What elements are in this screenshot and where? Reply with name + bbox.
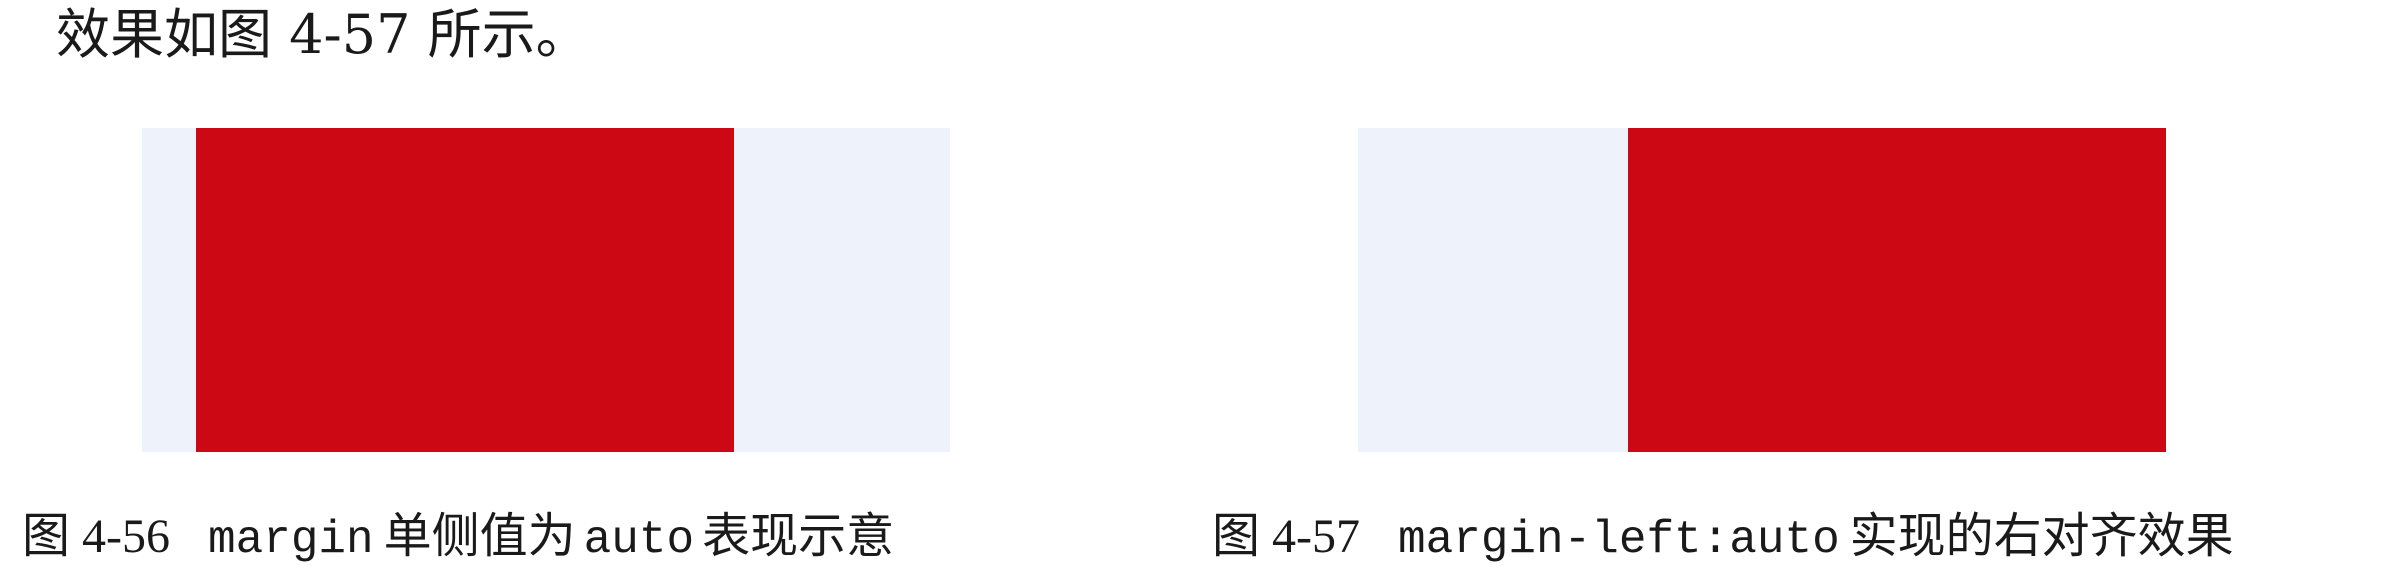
figure-4-56-box: [196, 128, 734, 452]
figure-4-57-caption: 图 4-57 margin-left:auto 实现的右对齐效果: [1212, 496, 2234, 576]
figure-4-56-code-margin: margin: [208, 514, 374, 566]
figure-4-57-code: margin-left:auto: [1398, 514, 1840, 566]
figure-4-56-text-after: 表现示意: [702, 508, 895, 564]
figure-4-57: [1358, 128, 2166, 452]
figure-4-57-text: 实现的右对齐效果: [1849, 508, 2234, 564]
figure-4-56-code-auto: auto: [583, 514, 695, 566]
figure-4-56-number: 图 4-56: [22, 510, 170, 563]
figure-4-56-caption: 图 4-56 margin 单侧值为 auto 表现示意: [22, 496, 894, 576]
figure-4-56: [142, 128, 950, 452]
intro-text: 效果如图 4-57 所示。: [56, 3, 590, 66]
figure-4-57-box: [1628, 128, 2166, 452]
figure-4-57-number: 图 4-57: [1212, 510, 1360, 563]
figure-4-56-text-before: 单侧值为: [383, 508, 576, 564]
